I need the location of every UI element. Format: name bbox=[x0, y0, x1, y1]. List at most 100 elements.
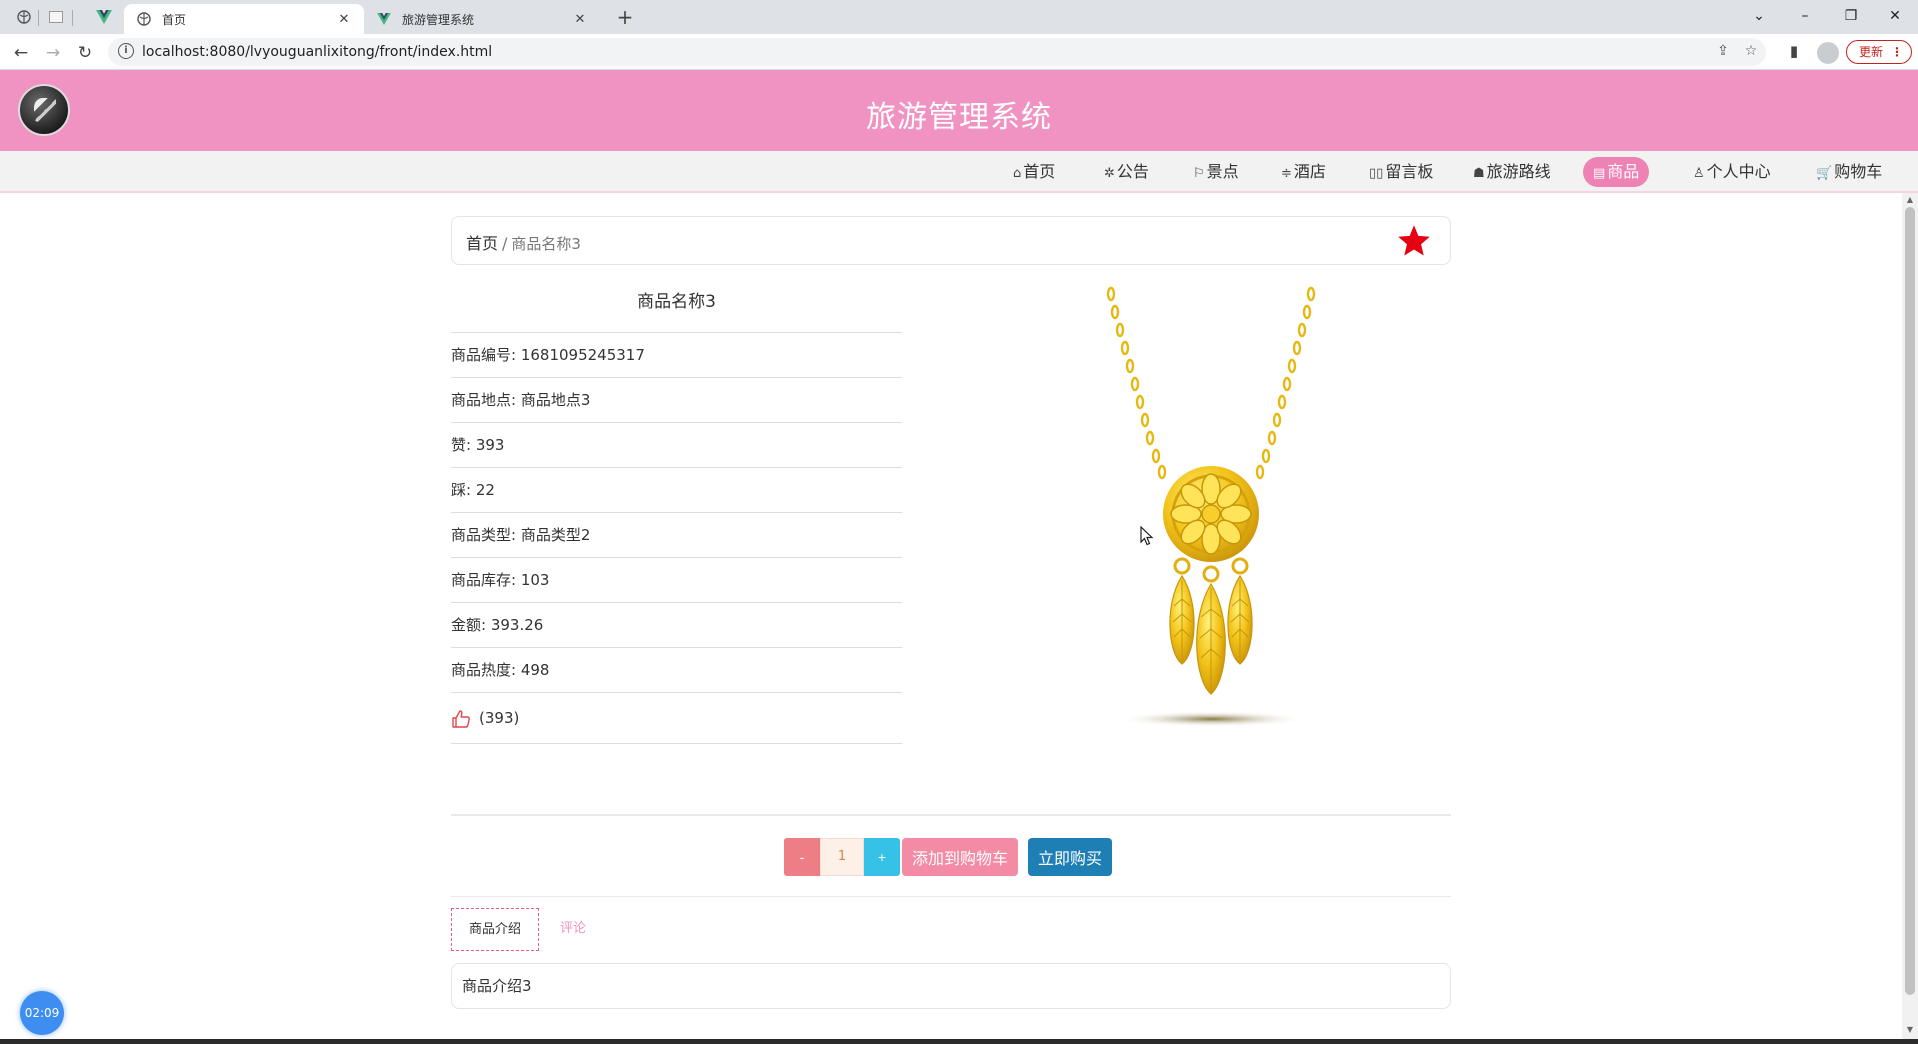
address-bar[interactable]: i localhost:8080/lvyouguanlixitong/front… bbox=[108, 38, 1766, 66]
product-detail-list: 商品名称3 商品编号: 1681095245317 商品地点: 商品地点3 赞:… bbox=[451, 285, 902, 744]
decrease-quantity-button[interactable]: - bbox=[784, 838, 820, 876]
flag-icon: ⚐ bbox=[1193, 166, 1205, 181]
detail-row-price: 金额: 393.26 bbox=[451, 603, 902, 648]
nav-item-routes[interactable]: ☗ 旅游路线 bbox=[1473, 157, 1551, 187]
quantity-stepper: - 1 + bbox=[784, 838, 900, 876]
breadcrumb-bar: 首页 / 商品名称3 bbox=[451, 216, 1451, 265]
add-to-cart-button[interactable]: 添加到购物车 bbox=[902, 838, 1018, 876]
globe-icon bbox=[136, 11, 152, 27]
nav-item-cart[interactable]: 🛒 购物车 bbox=[1816, 157, 1882, 187]
nav-label: 购物车 bbox=[1834, 162, 1883, 181]
timer-badge[interactable]: 02:09 bbox=[20, 991, 64, 1035]
back-icon[interactable]: ← bbox=[8, 40, 34, 66]
restore-icon[interactable]: ❐ bbox=[1828, 2, 1874, 30]
tab-home[interactable]: 首页 ✕ bbox=[124, 4, 364, 34]
site-header: 旅游管理系统 bbox=[0, 70, 1918, 151]
blank-page-icon[interactable] bbox=[46, 7, 66, 27]
like-count: (393) bbox=[479, 709, 520, 727]
tab-product-intro[interactable]: 商品介绍 bbox=[451, 908, 539, 951]
product-image[interactable] bbox=[1082, 284, 1342, 734]
breadcrumb: 首页 / 商品名称3 bbox=[466, 230, 581, 254]
favorite-star-icon[interactable] bbox=[1396, 223, 1432, 259]
tab-title: 首页 bbox=[162, 12, 187, 27]
nav-label: 旅游路线 bbox=[1486, 162, 1551, 181]
more-menu-icon: ⋮ bbox=[1891, 45, 1903, 59]
scroll-down-arrow-icon[interactable]: ▼ bbox=[1905, 1025, 1915, 1035]
notice-icon: ✲ bbox=[1104, 166, 1115, 181]
cart-icon: 🛒 bbox=[1816, 166, 1833, 181]
breadcrumb-separator: / bbox=[502, 234, 508, 253]
breadcrumb-home[interactable]: 首页 bbox=[466, 234, 498, 253]
close-window-icon[interactable]: ✕ bbox=[1872, 2, 1918, 30]
scroll-thumb[interactable] bbox=[1905, 207, 1915, 995]
nav-item-hotel[interactable]: ≑ 酒店 bbox=[1281, 157, 1326, 187]
close-icon[interactable]: ✕ bbox=[572, 12, 588, 27]
nav-label: 首页 bbox=[1023, 162, 1056, 181]
like-row: (393) bbox=[451, 693, 902, 744]
side-panel-icon[interactable]: ▮ bbox=[1784, 42, 1804, 62]
share-icon[interactable]: ⇪ bbox=[1714, 43, 1732, 61]
taskbar-edge bbox=[0, 1039, 1918, 1044]
tab-separator bbox=[38, 10, 39, 26]
buy-now-button[interactable]: 立即购买 bbox=[1028, 838, 1112, 876]
tab-search-icon[interactable]: ⌄ bbox=[1736, 2, 1782, 30]
detail-row-popularity: 商品热度: 498 bbox=[451, 648, 902, 693]
scroll-up-arrow-icon[interactable]: ▲ bbox=[1905, 195, 1915, 205]
book-icon: ▯▯ bbox=[1369, 166, 1384, 181]
address-toolbar: ← → ↻ i localhost:8080/lvyouguanlixitong… bbox=[0, 34, 1918, 70]
minimize-icon[interactable]: – bbox=[1782, 2, 1828, 30]
detail-row-id: 商品编号: 1681095245317 bbox=[451, 333, 902, 378]
close-icon[interactable]: ✕ bbox=[336, 12, 352, 27]
thumbs-up-icon[interactable] bbox=[451, 709, 471, 729]
detail-row-likes: 赞: 393 bbox=[451, 423, 902, 468]
vue-logo-icon bbox=[376, 11, 392, 27]
reload-icon[interactable]: ↻ bbox=[72, 40, 98, 66]
sliders-icon: ≑ bbox=[1281, 166, 1292, 181]
home-icon: ⌂ bbox=[1013, 166, 1022, 181]
detail-row-stock: 商品库存: 103 bbox=[451, 558, 902, 603]
vue-logo-icon[interactable] bbox=[94, 7, 114, 27]
tab-comments[interactable]: 评论 bbox=[560, 908, 586, 951]
nav-label: 酒店 bbox=[1293, 162, 1326, 181]
product-icon: ▤ bbox=[1593, 166, 1606, 181]
page-scrollbar[interactable]: ▲ ▼ bbox=[1902, 193, 1918, 1039]
detail-row-dislikes: 踩: 22 bbox=[451, 468, 902, 513]
mouse-cursor-icon bbox=[1140, 526, 1154, 546]
section-divider bbox=[451, 896, 1451, 897]
increase-quantity-button[interactable]: + bbox=[864, 838, 900, 876]
nav-item-message-board[interactable]: ▯▯ 留言板 bbox=[1369, 157, 1433, 187]
tab-title: 旅游管理系统 bbox=[402, 12, 475, 27]
nav-label: 公告 bbox=[1116, 162, 1149, 181]
forward-icon[interactable]: → bbox=[40, 40, 66, 66]
site-title: 旅游管理系统 bbox=[866, 100, 1052, 135]
url-text[interactable]: localhost:8080/lvyouguanlixitong/front/i… bbox=[142, 44, 492, 60]
product-name: 商品名称3 bbox=[451, 285, 902, 333]
layers-icon: ☗ bbox=[1473, 166, 1485, 181]
nav-item-notice[interactable]: ✲ 公告 bbox=[1104, 157, 1149, 187]
nav-label: 留言板 bbox=[1385, 162, 1434, 181]
site-info-icon[interactable]: i bbox=[118, 43, 134, 59]
tab-travel-system[interactable]: 旅游管理系统 ✕ bbox=[364, 4, 600, 34]
user-icon: ♙ bbox=[1693, 166, 1705, 181]
nav-item-home[interactable]: ⌂ 首页 bbox=[1013, 157, 1055, 187]
quantity-input[interactable]: 1 bbox=[820, 838, 864, 876]
bookmark-star-icon[interactable]: ☆ bbox=[1742, 43, 1760, 61]
tab-separator bbox=[72, 10, 73, 26]
globe-icon[interactable] bbox=[14, 7, 34, 27]
browser-tab-strip: 首页 ✕ 旅游管理系统 ✕ + ⌄ – ❐ ✕ bbox=[0, 0, 1918, 34]
detail-row-type: 商品类型: 商品类型2 bbox=[451, 513, 902, 558]
product-intro-content: 商品介绍3 bbox=[451, 963, 1451, 1009]
nav-item-products[interactable]: ▤ 商品 bbox=[1583, 157, 1650, 187]
profile-avatar[interactable] bbox=[1817, 42, 1839, 64]
nav-item-attractions[interactable]: ⚐ 景点 bbox=[1193, 157, 1239, 187]
section-divider bbox=[451, 814, 1451, 816]
nav-label: 景点 bbox=[1206, 162, 1239, 181]
nav-item-profile[interactable]: ♙ 个人中心 bbox=[1693, 157, 1771, 187]
breadcrumb-current: 商品名称3 bbox=[511, 235, 581, 253]
detail-row-location: 商品地点: 商品地点3 bbox=[451, 378, 902, 423]
main-nav: ⌂ 首页 ✲ 公告 ⚐ 景点 ≑ 酒店 ▯▯ 留言板 ☗ 旅游路线 ▤ 商品 ♙ 个人中心 🛒 购… bbox=[0, 151, 1918, 193]
update-button[interactable]: 更新 ⋮ bbox=[1846, 40, 1912, 64]
nav-label: 商品 bbox=[1607, 162, 1640, 181]
new-tab-button[interactable]: + bbox=[612, 5, 638, 31]
update-label: 更新 bbox=[1859, 45, 1884, 59]
